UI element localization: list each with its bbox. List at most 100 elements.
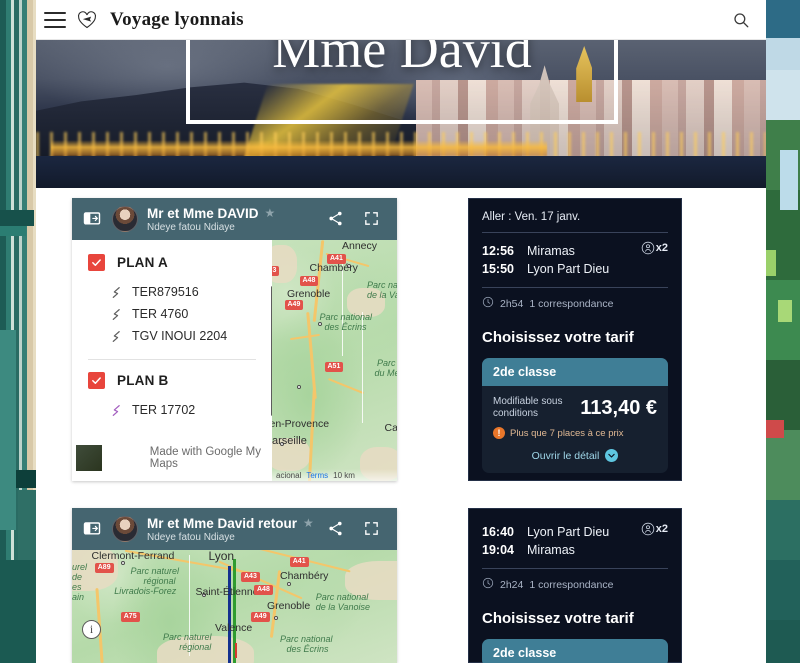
list-item[interactable]: TGV INOUI 2204 [88, 325, 272, 347]
fullscreen-icon[interactable] [363, 520, 381, 538]
map-shield: A51 [324, 362, 344, 372]
map-card-titles: Mr et Mme DAVID ★ Ndeye fatou Ndiaye [147, 206, 275, 233]
map-label: ain [72, 592, 85, 602]
backdrop-right-strip [760, 0, 800, 663]
map-shield: A41 [327, 254, 346, 264]
map-label: régional [143, 576, 176, 586]
backdrop-left-strip [0, 0, 40, 663]
passenger-count-label: x2 [655, 242, 668, 254]
duration-label: 2h24 [500, 578, 524, 591]
map-card-title: Mr et Mme DAVID [147, 205, 259, 221]
info-icon[interactable]: i [82, 620, 101, 639]
map-card-subtitle: Ndeye fatou Ndiaye [147, 221, 235, 233]
map-label: de [72, 572, 83, 582]
fare-conditions: Modifiable sous conditions [493, 396, 563, 419]
open-detail-label: Ouvrir le détail [531, 449, 600, 462]
map-card-actions [327, 520, 387, 538]
trip-panel-aller: Aller : Ven. 17 janv. 12:56 Miramas 15:5… [468, 198, 682, 481]
map-attribution: acional Terms 10 km [272, 469, 397, 481]
hero-title-frame: Mme David [186, 40, 618, 124]
list-item[interactable]: TER 4760 [88, 303, 272, 325]
map-label: en-Provence [272, 418, 330, 430]
map-label: Parc national [319, 312, 373, 322]
fullscreen-icon[interactable] [363, 210, 381, 228]
clock-icon [482, 577, 494, 592]
map-label: Saint-Étienne [195, 586, 259, 598]
route-line-red [234, 642, 237, 659]
open-detail-button[interactable]: Ouvrir le détail [493, 449, 657, 462]
legend-checkbox-plan-a[interactable] [88, 254, 105, 271]
map-label: Valence [215, 622, 253, 634]
map-card-titles: Mr et Mme David retour ★ Ndeye fatou Ndi… [147, 516, 314, 543]
map-card-header: Mr et Mme DAVID ★ Ndeye fatou Ndiaye [72, 198, 397, 240]
map-shield: A75 [120, 612, 140, 622]
connections-label: 1 correspondance [529, 297, 614, 310]
passenger-icon [641, 522, 655, 536]
map-label: Clermont-Ferrand [91, 550, 175, 562]
map-label: Parc national [280, 634, 333, 644]
list-item[interactable]: TER879516 [88, 281, 272, 303]
collapse-sidebar-icon[interactable] [82, 518, 104, 540]
trip-panel-retour: 16:40 Lyon Part Dieu 19:04 Miramas x2 2h… [468, 508, 682, 663]
leg-station: Miramas [527, 244, 575, 258]
route-line-icon [110, 308, 123, 321]
legend-divider [88, 359, 256, 360]
share-icon[interactable] [327, 520, 345, 538]
leg-station: Lyon Part Dieu [527, 262, 610, 276]
star-icon[interactable]: ★ [303, 516, 314, 530]
browser-page: Voyage lyonnais Mme David Mr et Mme DAVI… [36, 0, 766, 663]
map-label: es [72, 582, 82, 592]
list-item-label: TER879516 [132, 285, 199, 299]
legend-title: PLAN B [117, 373, 169, 388]
search-icon[interactable] [730, 9, 752, 31]
trip-date-label: Aller : Ven. 17 janv. [482, 211, 581, 223]
map-terms-link[interactable]: Terms [306, 471, 328, 480]
app-header: Voyage lyonnais [36, 0, 766, 40]
choose-fare-heading: Choisissez votre tarif [482, 329, 634, 346]
map-card-header: Mr et Mme David retour ★ Ndeye fatou Ndi… [72, 508, 397, 550]
map-label: régional [179, 642, 212, 652]
map-card-body: PLAN A TER879516 TER 4760 TGV INOUI 2204… [72, 240, 397, 481]
map-thumbnail [76, 445, 102, 471]
passenger-icon [641, 241, 655, 255]
leg-station: Lyon Part Dieu [527, 525, 610, 539]
main-content: Mr et Mme DAVID ★ Ndeye fatou Ndiaye PLA… [36, 188, 766, 663]
leg-time: 15:50 [482, 262, 514, 276]
leg-time: 16:40 [482, 525, 514, 539]
share-icon[interactable] [327, 210, 345, 228]
map-canvas-retour[interactable]: Clermont-Ferrand Lyon Chambéry Grenoble … [72, 550, 397, 663]
map-shield: A48 [299, 276, 319, 286]
map-shield: A49 [284, 300, 304, 310]
airplane-heart-logo-icon[interactable] [76, 9, 98, 31]
map-legend-panel: PLAN A TER879516 TER 4760 TGV INOUI 2204… [72, 240, 272, 481]
map-card-subtitle: Ndeye fatou Ndiaye [147, 531, 235, 543]
fare-card[interactable]: 2de classe Modifiable sous conditions 11… [482, 358, 668, 473]
fare-alert-text: Plus que 7 places à ce prix [510, 427, 624, 439]
page-title: Voyage lyonnais [110, 8, 244, 30]
map-shield: 3 [272, 266, 280, 276]
map-label: de la Vanoise [315, 602, 370, 612]
map-shield: A43 [241, 572, 260, 582]
map-label: Lyon [208, 550, 235, 563]
list-item-label: TER 4760 [132, 307, 189, 321]
map-canvas-aller[interactable]: Annecy Chambéry Grenoble Parc na de la V… [272, 240, 397, 481]
map-scale-label: 10 km [333, 470, 355, 480]
leg-station: Miramas [527, 543, 575, 557]
fare-price: 113,40 € [580, 396, 657, 419]
map-label: des Écrins [324, 322, 367, 332]
fare-card[interactable]: 2de classe [482, 639, 668, 663]
choose-fare-heading: Choisissez votre tarif [482, 610, 634, 627]
leg-time: 19:04 [482, 543, 514, 557]
collapse-sidebar-icon[interactable] [82, 208, 104, 230]
legend-checkbox-plan-b[interactable] [88, 372, 105, 389]
map-label: de la Va [367, 290, 397, 300]
route-line-blue [228, 565, 231, 663]
list-item[interactable]: TER 17702 [88, 399, 272, 421]
star-icon[interactable]: ★ [265, 206, 276, 220]
hero-title: Mme David [272, 40, 532, 79]
hero-river [36, 156, 766, 188]
map-label: Parc national [315, 592, 369, 602]
fare-availability-alert: ! Plus que 7 places à ce prix [493, 427, 657, 439]
map-label: Grenoble [287, 288, 331, 300]
hamburger-menu-icon[interactable] [44, 11, 66, 28]
